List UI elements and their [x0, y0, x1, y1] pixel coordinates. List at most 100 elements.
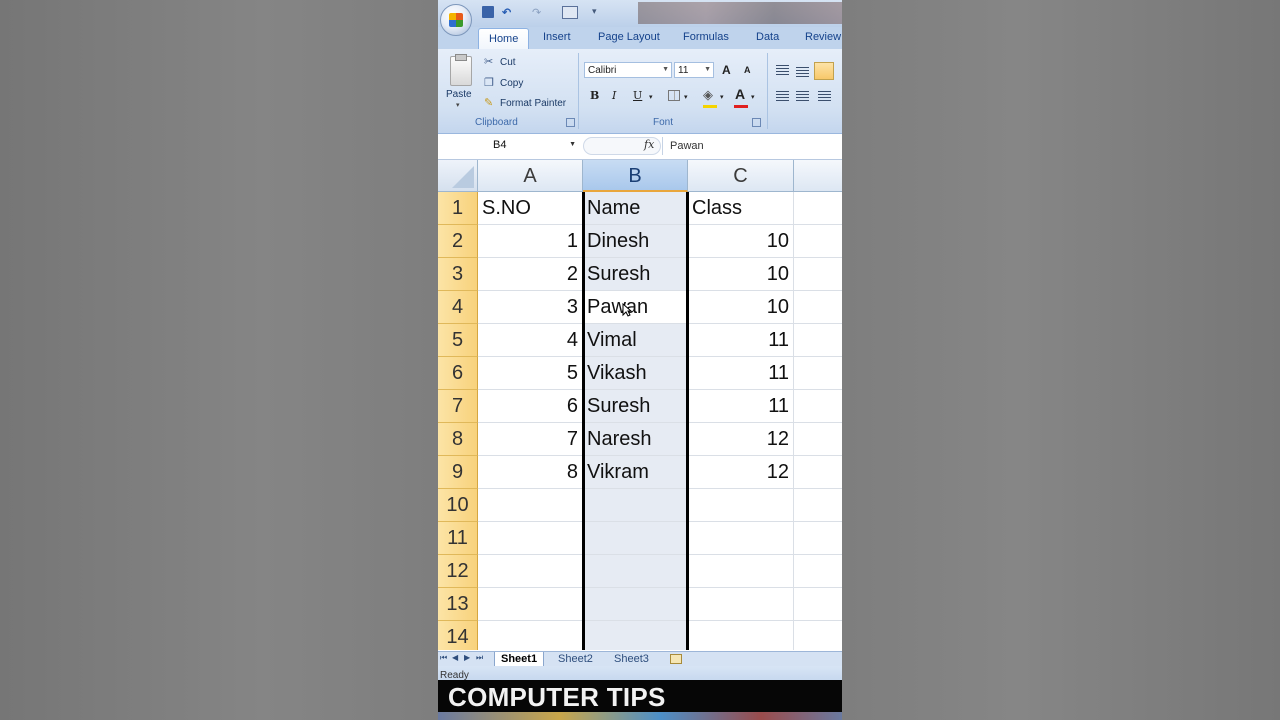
italic-button[interactable]: I [612, 89, 616, 102]
empty-cell[interactable] [478, 555, 583, 588]
align-middle-icon[interactable] [796, 67, 809, 77]
row-header[interactable]: 6 [438, 357, 478, 390]
cell-c1[interactable]: Class [688, 192, 794, 225]
font-color-button[interactable]: A [735, 86, 745, 102]
cell-class[interactable]: 12 [688, 423, 794, 456]
tab-page-layout[interactable]: Page Layout [598, 31, 660, 43]
cell-class[interactable]: 10 [688, 258, 794, 291]
empty-cell[interactable] [478, 621, 583, 650]
chevron-down-icon[interactable]: ▾ [592, 6, 597, 17]
empty-cell[interactable] [794, 588, 842, 621]
fill-color-icon[interactable]: ◈ [703, 87, 713, 103]
column-header-b[interactable]: B [583, 160, 688, 192]
chevron-down-icon[interactable]: ▾ [751, 93, 755, 101]
row-header[interactable]: 14 [438, 621, 478, 650]
format-painter-button[interactable]: Format Painter [500, 98, 566, 109]
empty-cell[interactable] [583, 555, 688, 588]
cell-name[interactable]: Vikash [583, 357, 688, 390]
cell-name[interactable]: Vikram [583, 456, 688, 489]
row-header[interactable]: 12 [438, 555, 478, 588]
empty-cell[interactable] [794, 390, 842, 423]
print-preview-icon[interactable] [562, 6, 578, 19]
tab-formulas[interactable]: Formulas [683, 31, 729, 43]
next-sheet-icon[interactable]: ▶ [464, 653, 470, 662]
insert-function-button[interactable]: fx [644, 138, 654, 151]
underline-button[interactable]: U [633, 89, 642, 102]
cell-class[interactable]: 12 [688, 456, 794, 489]
tab-sheet3[interactable]: Sheet3 [608, 652, 655, 667]
row-header[interactable]: 8 [438, 423, 478, 456]
row-header[interactable]: 9 [438, 456, 478, 489]
paste-icon[interactable] [450, 54, 472, 86]
cell-sno[interactable]: 4 [478, 324, 583, 357]
empty-cell[interactable] [794, 489, 842, 522]
cut-button[interactable]: Cut [500, 57, 516, 68]
redo-icon[interactable]: ↷ [532, 6, 541, 19]
align-center-icon[interactable] [796, 91, 809, 101]
first-sheet-icon[interactable]: ⏮ [440, 653, 447, 663]
empty-cell[interactable] [478, 522, 583, 555]
cell-sno[interactable]: 6 [478, 390, 583, 423]
cell-name[interactable]: Suresh [583, 390, 688, 423]
row-header[interactable]: 13 [438, 588, 478, 621]
empty-cell[interactable] [688, 588, 794, 621]
name-box[interactable]: B4 ▼ [438, 137, 580, 155]
empty-cell[interactable] [794, 357, 842, 390]
empty-cell[interactable] [583, 489, 688, 522]
cell-sno[interactable]: 8 [478, 456, 583, 489]
font-family-select[interactable]: Calibri ▼ [584, 62, 672, 78]
row-header[interactable]: 4 [438, 291, 478, 324]
align-right-icon[interactable] [818, 91, 831, 101]
select-all-button[interactable] [438, 160, 478, 192]
cell-class[interactable]: 10 [688, 225, 794, 258]
empty-cell[interactable] [478, 588, 583, 621]
cell-a1[interactable]: S.NO [478, 192, 583, 225]
cell-name[interactable]: Suresh [583, 258, 688, 291]
empty-cell[interactable] [794, 225, 842, 258]
align-left-icon[interactable] [776, 91, 789, 101]
empty-cell[interactable] [794, 522, 842, 555]
chevron-down-icon[interactable]: ▾ [649, 93, 653, 101]
empty-cell[interactable] [794, 258, 842, 291]
tab-insert[interactable]: Insert [543, 31, 571, 43]
cell-name[interactable]: Naresh [583, 423, 688, 456]
empty-cell[interactable] [583, 621, 688, 650]
prev-sheet-icon[interactable]: ◀ [452, 653, 458, 662]
insert-sheet-icon[interactable] [670, 654, 682, 664]
row-header[interactable]: 2 [438, 225, 478, 258]
align-bottom-icon[interactable] [814, 62, 834, 80]
tab-sheet1[interactable]: Sheet1 [494, 652, 545, 667]
font-launcher-icon[interactable] [752, 118, 761, 127]
empty-cell[interactable] [688, 621, 794, 650]
empty-cell[interactable] [583, 588, 688, 621]
empty-cell[interactable] [794, 456, 842, 489]
save-icon[interactable] [482, 6, 494, 18]
empty-cell[interactable] [794, 324, 842, 357]
row-header[interactable]: 3 [438, 258, 478, 291]
tab-data[interactable]: Data [756, 31, 779, 43]
empty-cell[interactable] [794, 192, 842, 225]
empty-cell[interactable] [478, 489, 583, 522]
column-header-c[interactable]: C [688, 160, 794, 192]
column-header-a[interactable]: A [478, 160, 583, 192]
empty-cell[interactable] [688, 489, 794, 522]
tab-home[interactable]: Home [478, 28, 530, 49]
cell-class[interactable]: 10 [688, 291, 794, 324]
cell-sno[interactable]: 2 [478, 258, 583, 291]
row-header[interactable]: 1 [438, 192, 478, 225]
tab-sheet2[interactable]: Sheet2 [552, 652, 599, 667]
formula-input[interactable]: Pawan [662, 137, 842, 155]
shrink-font-button[interactable]: A [744, 65, 751, 75]
cell-name[interactable]: Dinesh [583, 225, 688, 258]
column-header-d[interactable] [794, 160, 842, 192]
row-header[interactable]: 5 [438, 324, 478, 357]
align-top-icon[interactable] [776, 65, 789, 75]
cell-sno[interactable]: 3 [478, 291, 583, 324]
row-header[interactable]: 11 [438, 522, 478, 555]
cell-class[interactable]: 11 [688, 324, 794, 357]
empty-cell[interactable] [583, 522, 688, 555]
chevron-down-icon[interactable]: ▾ [720, 93, 724, 101]
copy-button[interactable]: Copy [500, 78, 523, 89]
office-button-icon[interactable] [440, 4, 472, 36]
cell-class[interactable]: 11 [688, 390, 794, 423]
